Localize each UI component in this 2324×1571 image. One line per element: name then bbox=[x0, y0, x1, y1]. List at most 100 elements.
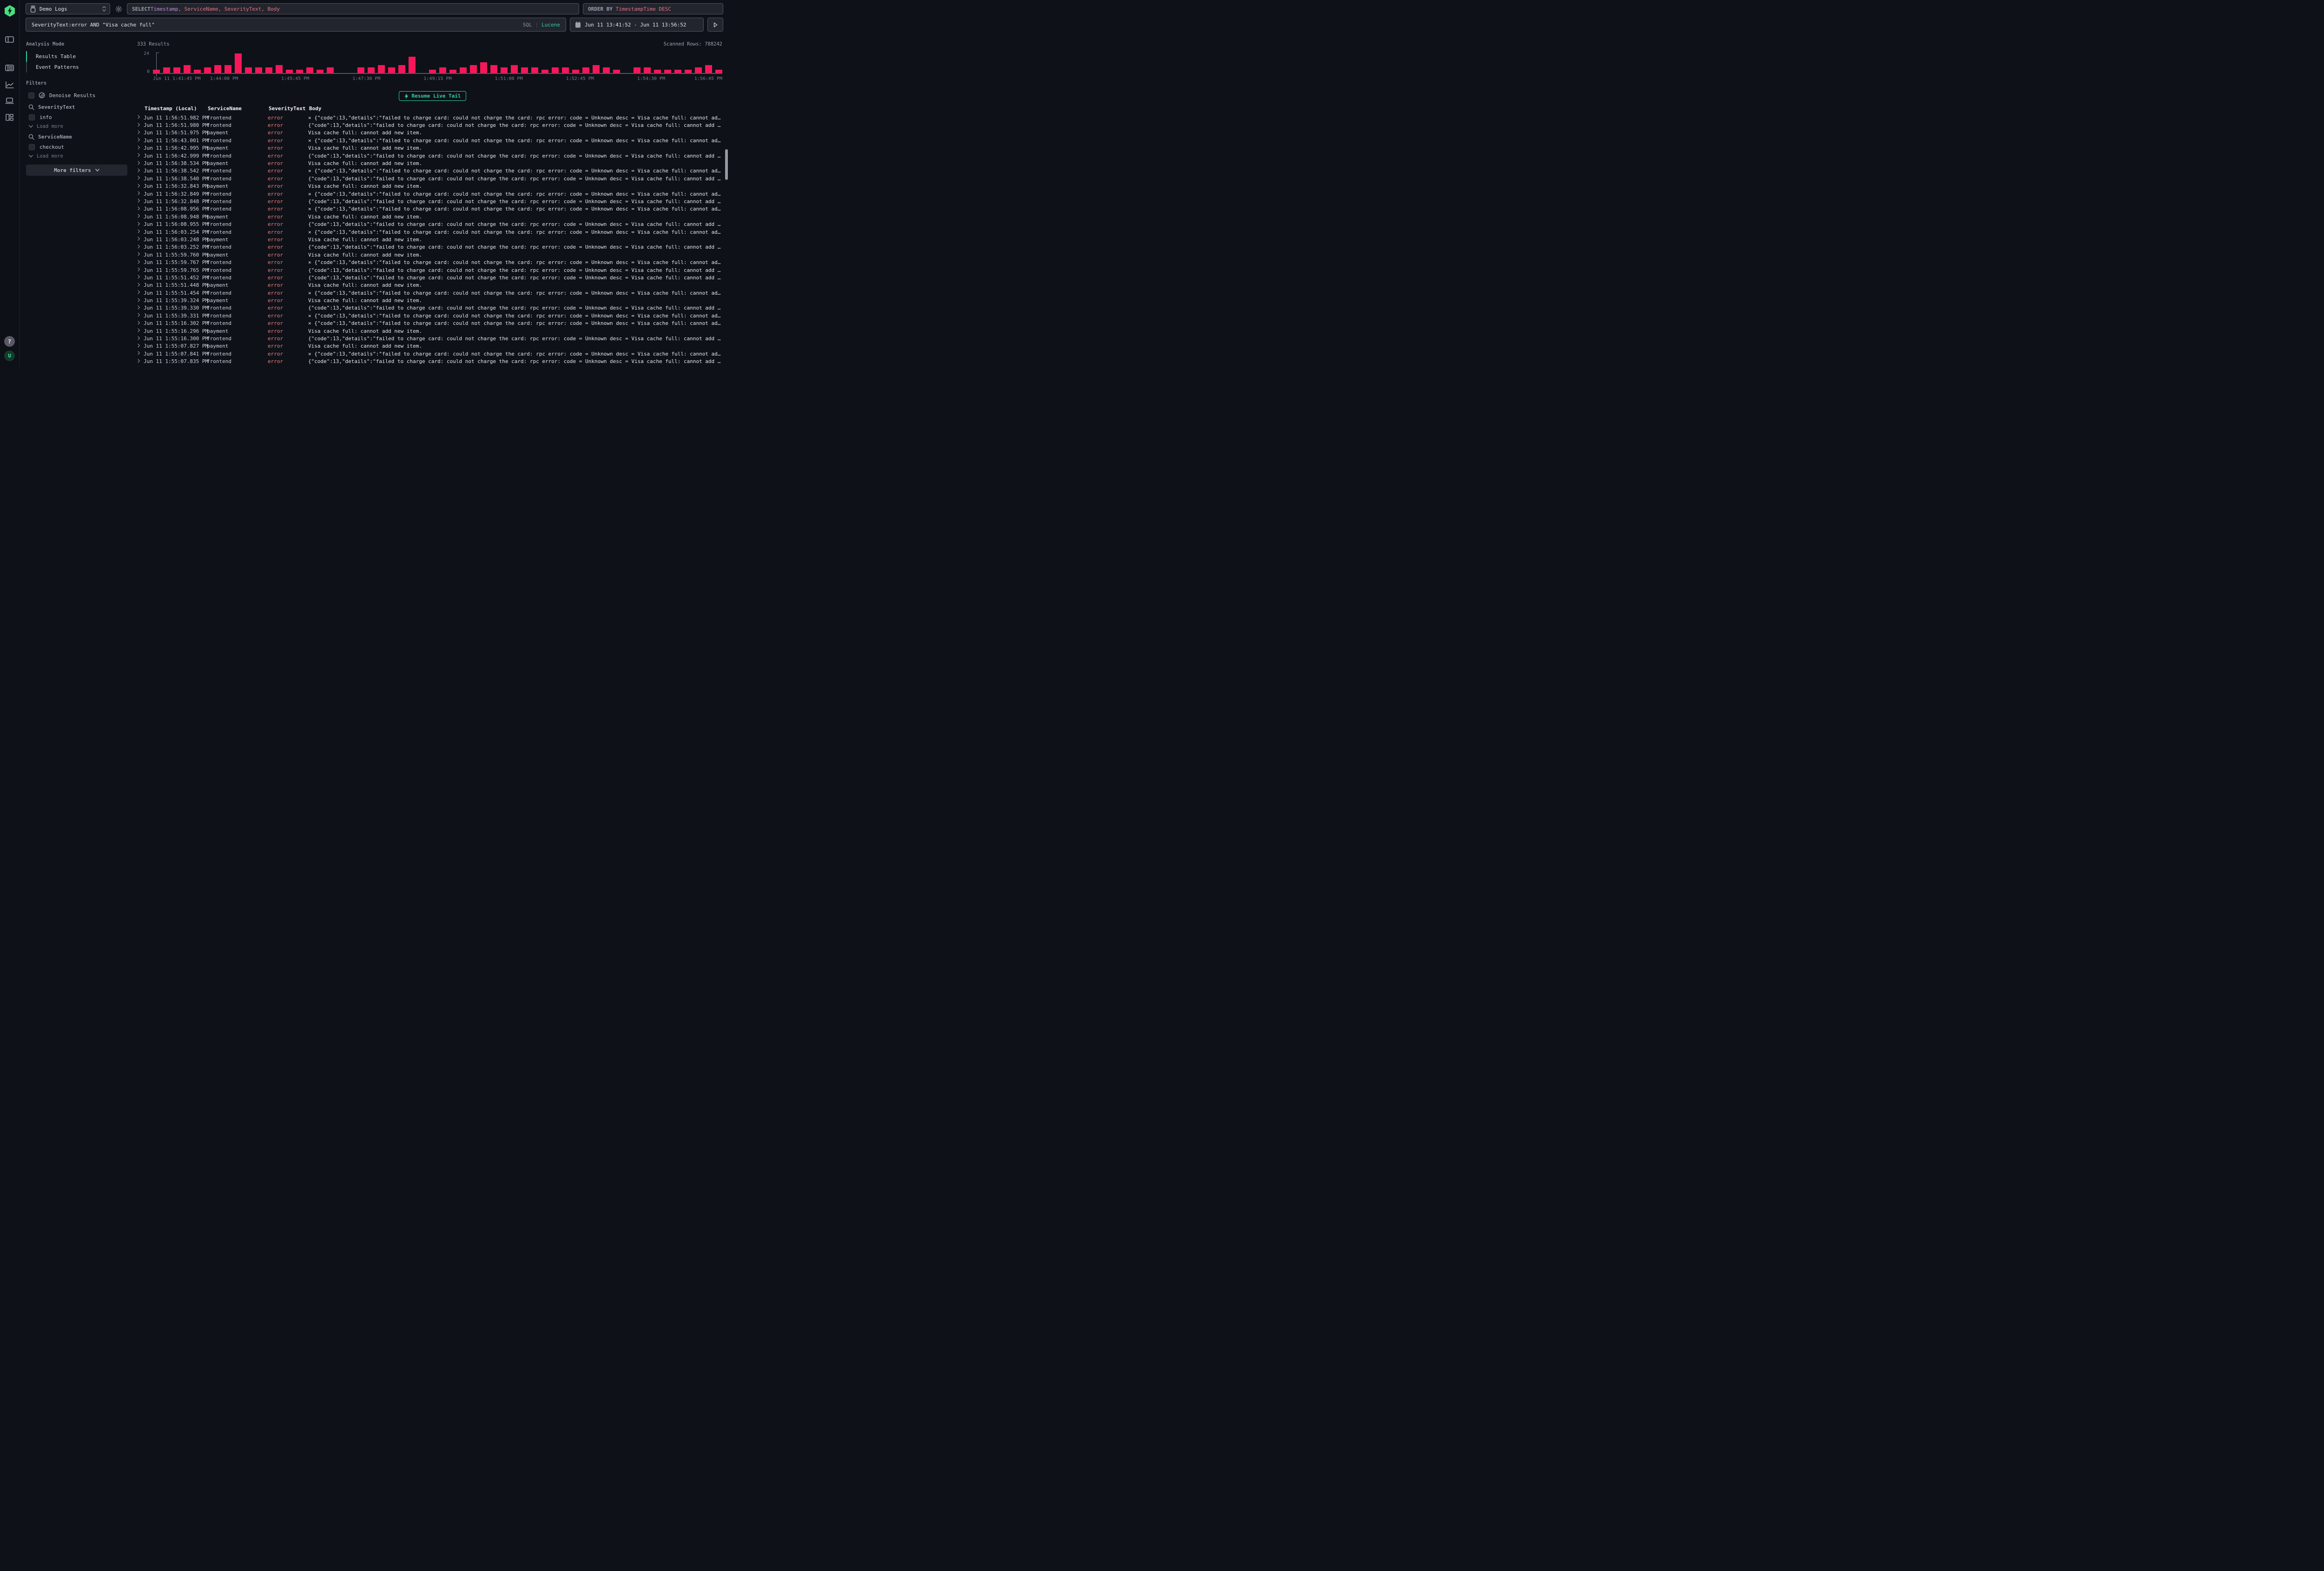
facet-option-checkbox[interactable] bbox=[29, 114, 35, 120]
expand-row-icon[interactable] bbox=[136, 336, 144, 342]
help-button[interactable]: ? bbox=[4, 336, 15, 347]
client-sessions-icon[interactable] bbox=[4, 95, 15, 106]
table-row[interactable]: Jun 11 1:56:42.999 PMfrontenderror{"code… bbox=[136, 152, 724, 159]
table-row[interactable]: Jun 11 1:55:07.827 PMpaymenterrorVisa ca… bbox=[136, 343, 724, 350]
sql-mode-button[interactable]: SQL bbox=[523, 22, 532, 28]
expand-row-icon[interactable] bbox=[136, 229, 144, 235]
col-severitytext[interactable]: SeverityText bbox=[268, 106, 308, 112]
table-row[interactable]: Jun 11 1:55:07.841 PMfrontenderror× {"co… bbox=[136, 350, 724, 357]
dashboards-icon[interactable] bbox=[4, 112, 15, 123]
expand-row-icon[interactable] bbox=[136, 244, 144, 250]
search-logs-icon[interactable] bbox=[4, 62, 15, 73]
table-row[interactable]: Jun 11 1:55:51.452 PMfrontenderror{"code… bbox=[136, 274, 724, 281]
expand-row-icon[interactable] bbox=[136, 168, 144, 174]
toggle-sidebar-icon[interactable] bbox=[4, 34, 15, 45]
resume-live-tail-button[interactable]: Resume Live Tail bbox=[399, 91, 467, 101]
table-row[interactable]: Jun 11 1:56:38.540 PMfrontenderror{"code… bbox=[136, 175, 724, 182]
histogram-bars[interactable] bbox=[153, 53, 722, 73]
expand-row-icon[interactable] bbox=[136, 237, 144, 242]
facet-option-checkbox[interactable] bbox=[29, 144, 35, 150]
expand-row-icon[interactable] bbox=[136, 222, 144, 227]
denoise-checkbox[interactable] bbox=[28, 92, 34, 99]
table-row[interactable]: Jun 11 1:54:52.241 PMpaymenterrorVisa ca… bbox=[136, 365, 724, 367]
expand-row-icon[interactable] bbox=[136, 153, 144, 158]
expand-row-icon[interactable] bbox=[136, 130, 144, 136]
expand-row-icon[interactable] bbox=[136, 359, 144, 364]
table-row[interactable]: Jun 11 1:55:39.324 PMpaymenterrorVisa ca… bbox=[136, 297, 724, 304]
table-row[interactable]: Jun 11 1:56:03.254 PMfrontenderror× {"co… bbox=[136, 228, 724, 236]
mode-event-patterns[interactable]: Event Patterns bbox=[26, 62, 127, 73]
table-scrollbar-thumb[interactable] bbox=[725, 149, 728, 180]
more-filters-button[interactable]: More filters bbox=[26, 165, 127, 176]
run-query-button[interactable] bbox=[707, 18, 723, 32]
table-row[interactable]: Jun 11 1:55:39.330 PMfrontenderror{"code… bbox=[136, 304, 724, 312]
table-row[interactable]: Jun 11 1:55:16.302 PMfrontenderror× {"co… bbox=[136, 320, 724, 327]
expand-row-icon[interactable] bbox=[136, 305, 144, 311]
expand-row-icon[interactable] bbox=[136, 145, 144, 151]
expand-row-icon[interactable] bbox=[136, 161, 144, 166]
expand-row-icon[interactable] bbox=[136, 198, 144, 204]
expand-row-icon[interactable] bbox=[136, 123, 144, 128]
expand-row-icon[interactable] bbox=[136, 343, 144, 349]
expand-row-icon[interactable] bbox=[136, 290, 144, 296]
expand-row-icon[interactable] bbox=[136, 328, 144, 334]
load-more-button[interactable]: Load more bbox=[26, 153, 127, 159]
chart-explorer-icon[interactable] bbox=[4, 79, 15, 90]
table-row[interactable]: Jun 11 1:55:59.760 PMpaymenterrorVisa ca… bbox=[136, 251, 724, 258]
source-select[interactable]: Demo Logs bbox=[26, 3, 110, 14]
table-row[interactable]: Jun 11 1:56:51.980 PMfrontenderror{"code… bbox=[136, 121, 724, 129]
user-avatar[interactable]: U bbox=[4, 350, 15, 361]
col-body[interactable]: Body bbox=[308, 106, 724, 112]
search-input[interactable]: SeverityText:error AND "Visa cache full"… bbox=[26, 18, 566, 32]
table-row[interactable]: Jun 11 1:56:51.975 PMpaymenterrorVisa ca… bbox=[136, 129, 724, 137]
table-row[interactable]: Jun 11 1:55:16.296 PMpaymenterrorVisa ca… bbox=[136, 327, 724, 335]
table-row[interactable]: Jun 11 1:55:16.300 PMfrontenderror{"code… bbox=[136, 335, 724, 342]
time-range-picker[interactable]: Jun 11 13:41:52 - Jun 11 13:56:52 bbox=[570, 18, 704, 32]
lucene-mode-button[interactable]: Lucene bbox=[541, 22, 560, 28]
table-row[interactable]: Jun 11 1:56:38.542 PMfrontenderror× {"co… bbox=[136, 167, 724, 175]
expand-row-icon[interactable] bbox=[136, 184, 144, 189]
table-row[interactable]: Jun 11 1:55:39.331 PMfrontenderror× {"co… bbox=[136, 312, 724, 319]
mode-results-table[interactable]: Results Table bbox=[26, 51, 127, 62]
expand-row-icon[interactable] bbox=[136, 351, 144, 356]
expand-row-icon[interactable] bbox=[136, 138, 144, 143]
table-row[interactable]: Jun 11 1:55:51.454 PMfrontenderror× {"co… bbox=[136, 289, 724, 297]
table-row[interactable]: Jun 11 1:56:51.982 PMfrontenderror× {"co… bbox=[136, 114, 724, 121]
col-servicename[interactable]: ServiceName bbox=[207, 106, 268, 112]
table-row[interactable]: Jun 11 1:56:42.995 PMpaymenterrorVisa ca… bbox=[136, 145, 724, 152]
expand-row-icon[interactable] bbox=[136, 366, 144, 367]
table-row[interactable]: Jun 11 1:55:59.767 PMfrontenderror× {"co… bbox=[136, 258, 724, 266]
expand-row-icon[interactable] bbox=[136, 283, 144, 288]
expand-row-icon[interactable] bbox=[136, 267, 144, 273]
expand-row-icon[interactable] bbox=[136, 298, 144, 304]
expand-row-icon[interactable] bbox=[136, 214, 144, 219]
select-query-input[interactable]: SELECT Timestamp, ServiceName, SeverityT… bbox=[127, 3, 579, 14]
expand-row-icon[interactable] bbox=[136, 252, 144, 257]
expand-row-icon[interactable] bbox=[136, 313, 144, 318]
hyperdx-logo[interactable] bbox=[4, 5, 16, 17]
expand-row-icon[interactable] bbox=[136, 191, 144, 197]
table-row[interactable]: Jun 11 1:55:59.765 PMfrontenderror{"code… bbox=[136, 266, 724, 274]
table-row[interactable]: Jun 11 1:56:38.534 PMpaymenterrorVisa ca… bbox=[136, 159, 724, 167]
table-row[interactable]: Jun 11 1:55:07.835 PMfrontenderror{"code… bbox=[136, 358, 724, 365]
table-row[interactable]: Jun 11 1:56:32.849 PMfrontenderror× {"co… bbox=[136, 190, 724, 198]
table-row[interactable]: Jun 11 1:56:08.955 PMfrontenderror{"code… bbox=[136, 220, 724, 228]
expand-row-icon[interactable] bbox=[136, 275, 144, 280]
expand-row-icon[interactable] bbox=[136, 206, 144, 212]
table-row[interactable]: Jun 11 1:55:51.448 PMpaymenterrorVisa ca… bbox=[136, 282, 724, 289]
source-settings-button[interactable] bbox=[114, 3, 123, 14]
col-timestamp[interactable]: Timestamp (Local) bbox=[144, 106, 207, 112]
table-row[interactable]: Jun 11 1:56:32.843 PMpaymenterrorVisa ca… bbox=[136, 183, 724, 190]
load-more-button[interactable]: Load more bbox=[26, 124, 127, 129]
table-row[interactable]: Jun 11 1:56:43.001 PMfrontenderror× {"co… bbox=[136, 137, 724, 144]
expand-row-icon[interactable] bbox=[136, 176, 144, 181]
table-row[interactable]: Jun 11 1:56:03.248 PMpaymenterrorVisa ca… bbox=[136, 236, 724, 243]
table-row[interactable]: Jun 11 1:56:08.956 PMfrontenderror× {"co… bbox=[136, 205, 724, 213]
table-row[interactable]: Jun 11 1:56:08.948 PMpaymenterrorVisa ca… bbox=[136, 213, 724, 220]
expand-row-icon[interactable] bbox=[136, 260, 144, 265]
order-by-input[interactable]: ORDER BY TimestampTime DESC bbox=[583, 3, 723, 14]
expand-row-icon[interactable] bbox=[136, 115, 144, 120]
expand-row-icon[interactable] bbox=[136, 321, 144, 326]
table-row[interactable]: Jun 11 1:56:03.252 PMfrontenderror{"code… bbox=[136, 244, 724, 251]
table-row[interactable]: Jun 11 1:56:32.848 PMfrontenderror{"code… bbox=[136, 198, 724, 205]
